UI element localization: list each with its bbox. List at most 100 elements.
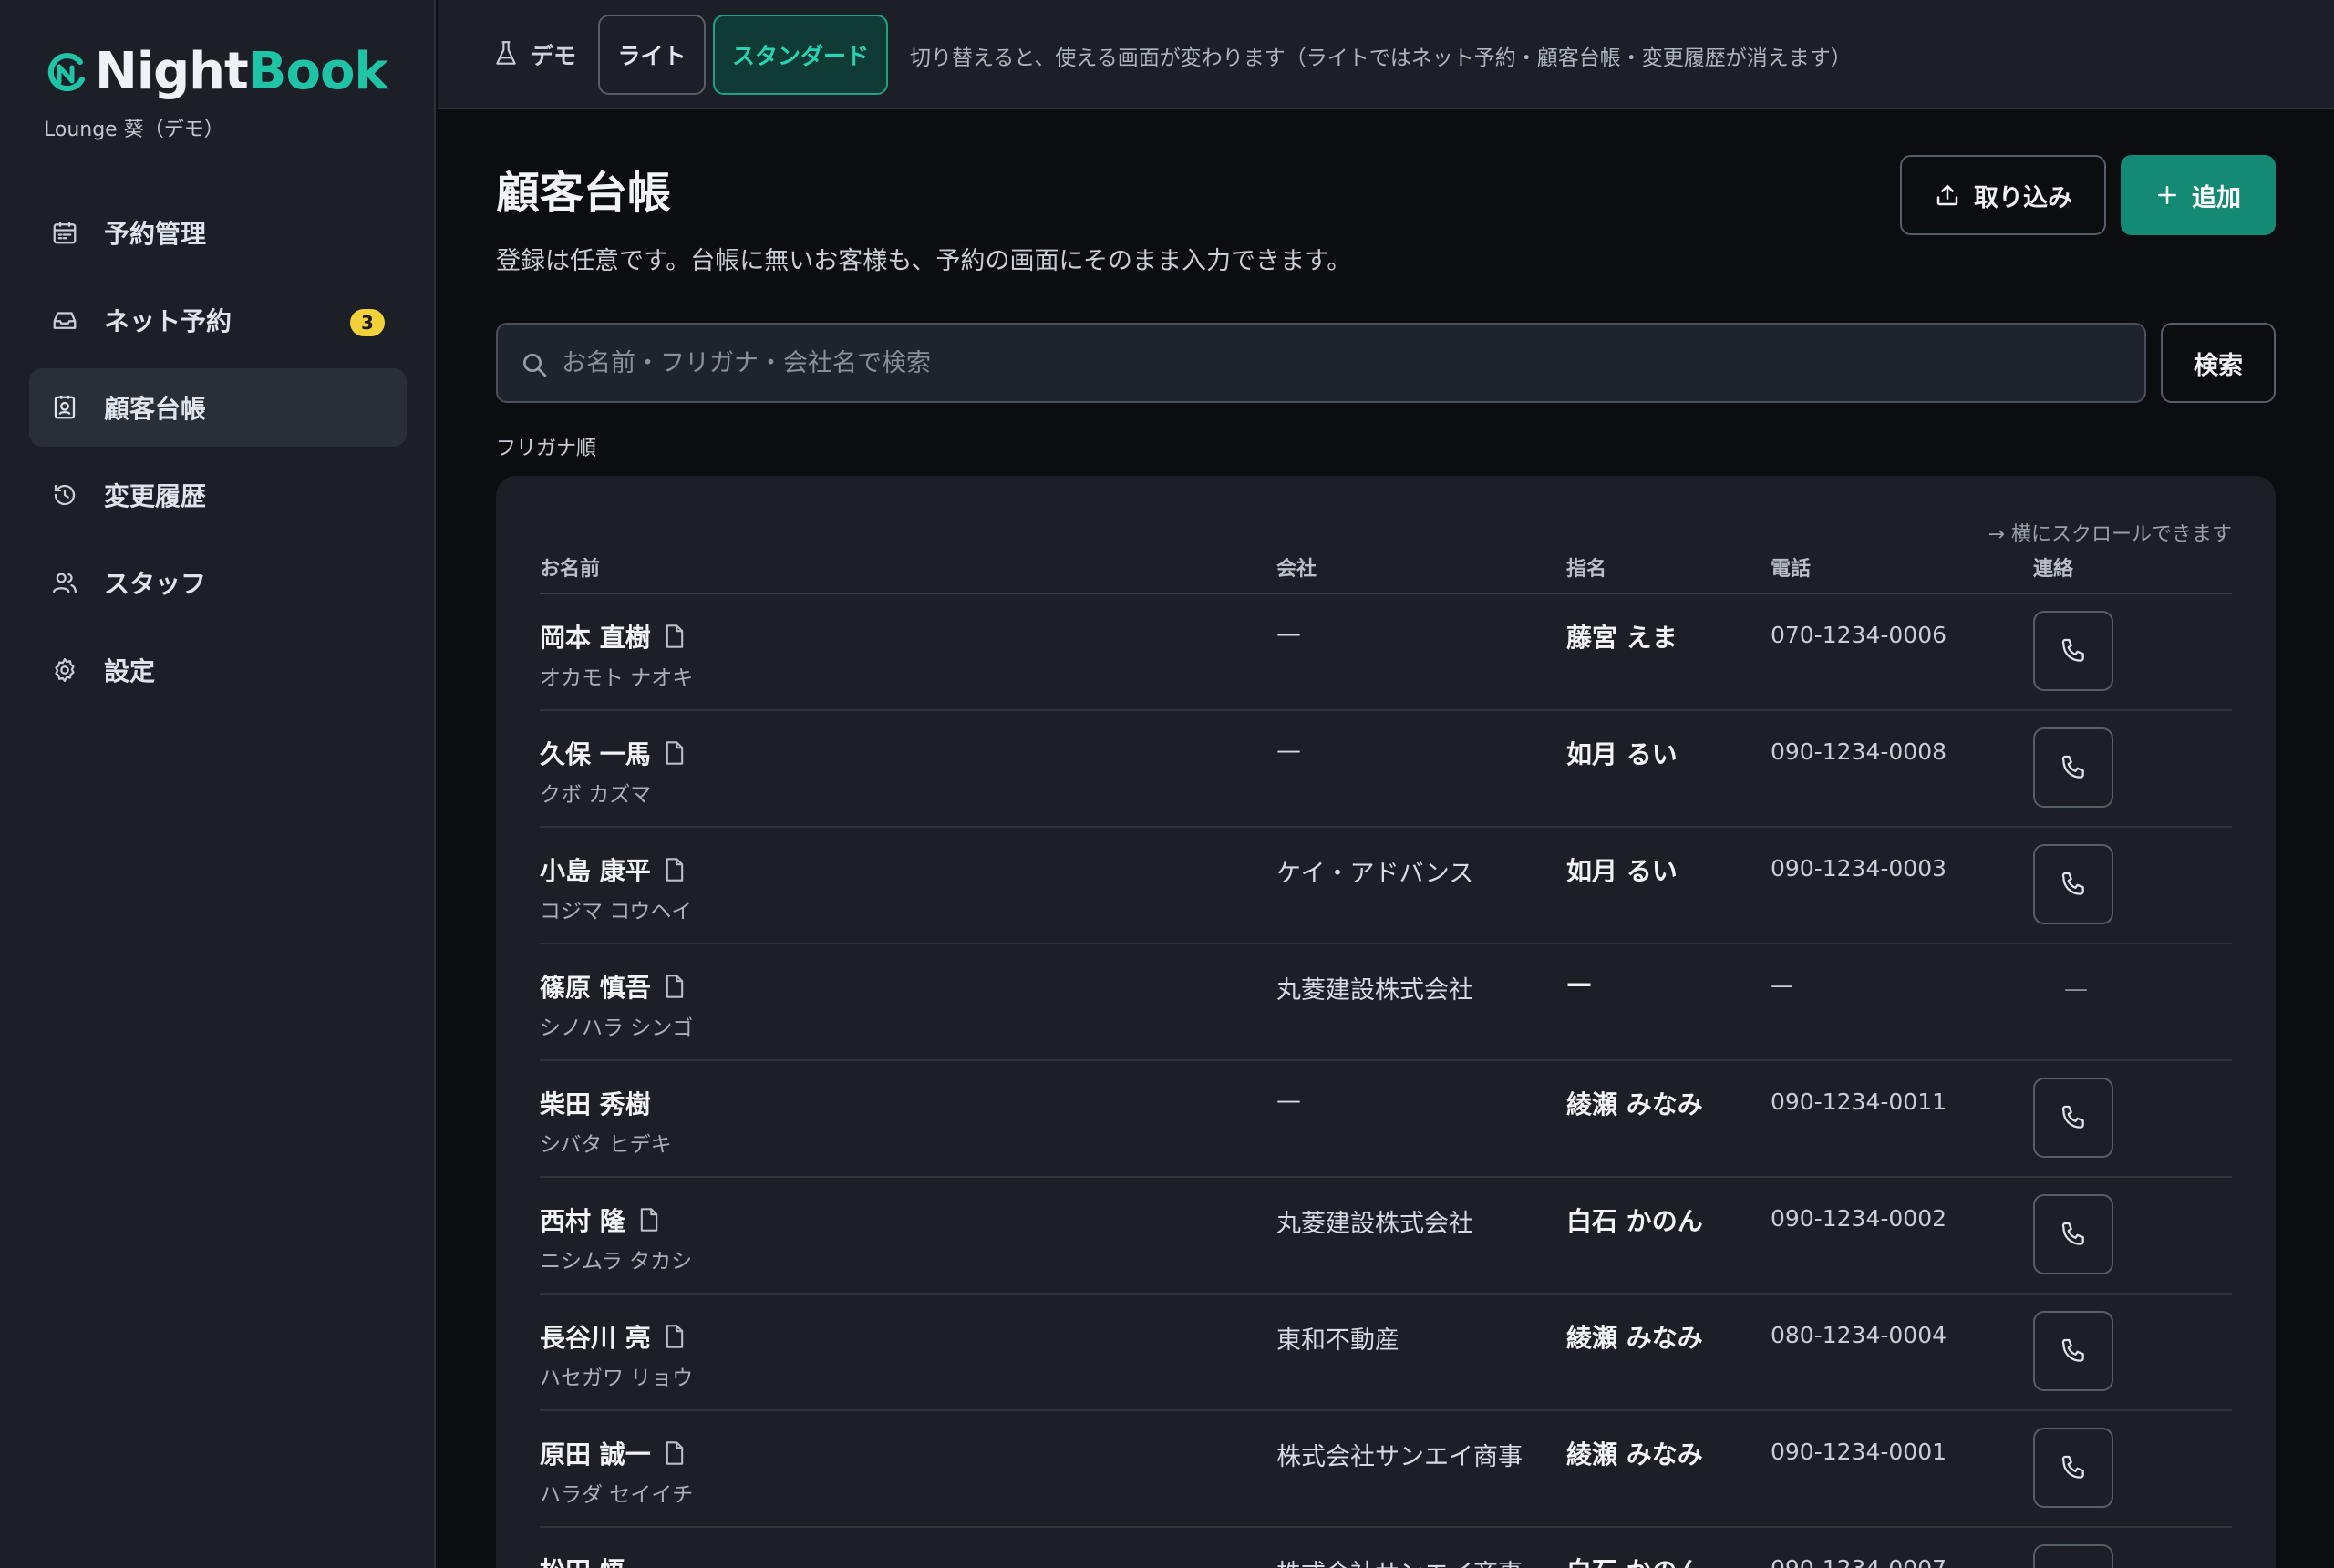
customer-name[interactable]: 柴田 秀樹 xyxy=(540,1085,651,1121)
phone-icon xyxy=(2061,755,2084,779)
search-input[interactable] xyxy=(562,326,2130,399)
customer-phone: 090-1234-0011 xyxy=(1771,1088,1947,1115)
customer-staff: 如月 るい xyxy=(1566,739,1678,769)
column-header-company: 会社 xyxy=(1276,558,1317,581)
column-header-name: お名前 xyxy=(540,558,601,581)
customer-kana: シバタ ヒデキ xyxy=(540,1133,672,1157)
table-row[interactable]: 久保 一馬 クボ カズマ — 如月 るい 090-1234-0008 xyxy=(540,713,2232,828)
customer-name[interactable]: 松田 悟 xyxy=(540,1552,625,1568)
customer-name-cell: 長谷川 亮 xyxy=(540,1318,686,1355)
page-description: 登録は任意です。台帳に無いお客様も、予約の画面にそのまま入力できます。 xyxy=(496,247,1352,275)
plan-hint: 切り替えると、使える画面が変わります（ライトではネット予約・顧客台帳・変更履歴が… xyxy=(910,46,1852,70)
table-row[interactable]: 小島 康平 コジマ コウヘイ ケイ・アドバンス 如月 るい 090-1234-0… xyxy=(540,830,2232,944)
customer-name[interactable]: 長谷川 亮 xyxy=(540,1318,651,1355)
customer-name-cell: 原田 誠一 xyxy=(540,1435,686,1471)
customer-company: — xyxy=(1276,1087,1301,1115)
main-content: 顧客台帳 登録は任意です。台帳に無いお客様も、予約の画面にそのまま入力できます。… xyxy=(438,111,2334,1568)
brand-name: NightBook xyxy=(95,42,388,101)
customer-staff: 白石 かのん xyxy=(1566,1206,1703,1236)
customer-kana: シノハラ シンゴ xyxy=(540,1016,694,1040)
customer-name[interactable]: 久保 一馬 xyxy=(540,735,651,771)
column-header-contact: 連絡 xyxy=(2033,558,2074,581)
memo-icon xyxy=(666,624,683,648)
call-button[interactable] xyxy=(2033,611,2113,691)
memo-icon xyxy=(666,858,683,882)
table-row[interactable]: 篠原 慎吾 シノハラ シンゴ 丸菱建設株式会社 — — — xyxy=(540,946,2232,1061)
customer-staff: 藤宮 えま xyxy=(1566,623,1678,653)
sidebar-item-settings[interactable]: 設定 xyxy=(29,631,407,709)
sidebar-item-customers[interactable]: 顧客台帳 xyxy=(29,368,407,447)
flask-icon xyxy=(496,41,516,65)
column-header-phone: 電話 xyxy=(1771,558,1812,581)
phone-icon xyxy=(2061,1455,2084,1479)
customer-company: 丸菱建設株式会社 xyxy=(1276,976,1473,1005)
customer-kana: コジマ コウヘイ xyxy=(540,900,693,923)
phone-icon xyxy=(2061,638,2084,662)
search-button[interactable]: 検索 xyxy=(2161,323,2276,403)
call-button[interactable] xyxy=(2033,1194,2113,1274)
memo-icon xyxy=(666,975,683,998)
sidebar-item-reservations[interactable]: 予約管理 xyxy=(29,193,407,272)
table-row[interactable]: 柴田 秀樹 シバタ ヒデキ — 綾瀬 みなみ 090-1234-0011 xyxy=(540,1063,2232,1178)
table-row[interactable]: 原田 誠一 ハラダ セイイチ 株式会社サンエイ商事 綾瀬 みなみ 090-123… xyxy=(540,1413,2232,1528)
memo-icon xyxy=(666,741,683,765)
customer-name-cell: 小島 康平 xyxy=(540,851,686,888)
phone-icon xyxy=(2061,1105,2084,1129)
customer-staff: 綾瀬 みなみ xyxy=(1566,1089,1703,1119)
call-button[interactable] xyxy=(2033,1078,2113,1158)
memo-icon xyxy=(640,1208,657,1232)
call-button[interactable] xyxy=(2033,1544,2113,1568)
memo-icon xyxy=(666,1325,683,1348)
history-icon xyxy=(54,484,76,506)
customer-name-cell: 久保 一馬 xyxy=(540,735,686,771)
call-button[interactable] xyxy=(2033,1428,2113,1508)
customer-kana: ハラダ セイイチ xyxy=(540,1483,694,1507)
sidebar-nav: 予約管理 ネット予約 3 顧客台帳 変更履歴 スタッフ 設定 xyxy=(29,193,407,718)
customer-company: 株式会社サンエイ商事 xyxy=(1276,1553,1523,1568)
customer-company: 東和不動産 xyxy=(1276,1326,1399,1355)
sidebar-item-history[interactable]: 変更履歴 xyxy=(29,456,407,534)
customer-kana: クボ カズマ xyxy=(540,783,652,807)
customer-name[interactable]: 岡本 直樹 xyxy=(540,618,651,655)
notification-badge: 3 xyxy=(350,309,385,336)
call-button[interactable] xyxy=(2033,1311,2113,1391)
customer-kana: ニシムラ タカシ xyxy=(540,1250,693,1274)
customer-phone: — xyxy=(1771,972,1793,998)
customer-kana: ハセガワ リョウ xyxy=(540,1367,694,1390)
sidebar: NightBook Lounge 葵（デモ） 予約管理 ネット予約 3 顧客台帳… xyxy=(0,0,436,1568)
customer-name-cell: 西村 隆 xyxy=(540,1202,660,1238)
customer-phone: 090-1234-0003 xyxy=(1771,855,1947,882)
demo-label: デモ xyxy=(531,43,577,69)
customer-company: — xyxy=(1276,737,1301,765)
customer-name[interactable]: 篠原 慎吾 xyxy=(540,968,651,1005)
phone-icon xyxy=(2061,1338,2084,1362)
gear-icon xyxy=(55,658,75,682)
customer-company: ケイ・アドバンス xyxy=(1276,860,1474,888)
brand-logo-link[interactable]: NightBook xyxy=(44,42,388,101)
table-row[interactable]: 西村 隆 ニシムラ タカシ 丸菱建設株式会社 白石 かのん 090-1234-0… xyxy=(540,1180,2232,1295)
table-row[interactable]: 松田 悟 株式会社サンエイ商事 白石 かのん 090-1234-0007 xyxy=(540,1530,2232,1568)
add-customer-button[interactable]: 追加 xyxy=(2121,155,2276,235)
upload-icon xyxy=(1936,184,1958,206)
customer-company: — xyxy=(1276,620,1301,648)
sidebar-item-online-reservations[interactable]: ネット予約 3 xyxy=(29,281,407,359)
import-button[interactable]: 取り込み xyxy=(1900,155,2106,235)
customer-name-cell: 篠原 慎吾 xyxy=(540,968,686,1005)
call-button[interactable] xyxy=(2033,844,2113,924)
customer-name[interactable]: 小島 康平 xyxy=(540,851,651,888)
customer-phone: 070-1234-0006 xyxy=(1771,622,1947,648)
phone-icon xyxy=(2061,1222,2084,1245)
table-row[interactable]: 長谷川 亮 ハセガワ リョウ 東和不動産 綾瀬 みなみ 080-1234-000… xyxy=(540,1296,2232,1411)
customer-table-card[interactable]: → 横にスクロールできます お名前 会社 指名 電話 連絡 岡本 直樹 オカモト… xyxy=(496,476,2276,1568)
sidebar-item-staff[interactable]: スタッフ xyxy=(29,543,407,622)
inbox-icon xyxy=(53,312,77,329)
customer-name[interactable]: 原田 誠一 xyxy=(540,1435,651,1471)
plus-icon xyxy=(2158,186,2176,204)
call-button[interactable] xyxy=(2033,727,2113,808)
plan-standard-button[interactable]: スタンダード xyxy=(713,15,888,95)
customer-company: 株式会社サンエイ商事 xyxy=(1276,1443,1523,1471)
table-row[interactable]: 岡本 直樹 オカモト ナオキ — 藤宮 えま 070-1234-0006 xyxy=(540,596,2232,711)
customer-name[interactable]: 西村 隆 xyxy=(540,1202,625,1238)
plan-lite-button[interactable]: ライト xyxy=(598,15,706,95)
demo-plan-bar: デモ ライト スタンダード 切り替えると、使える画面が変わります（ライトではネッ… xyxy=(438,0,2334,109)
